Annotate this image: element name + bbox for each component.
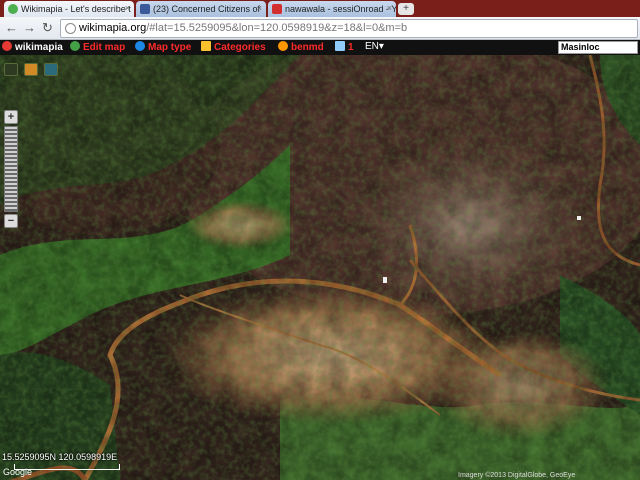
wikimapia-menu-bar: wikimapia Edit map Map type Categories b… xyxy=(0,40,640,55)
edit-map-label: Edit map xyxy=(83,42,126,53)
messages-button[interactable]: 1 xyxy=(335,41,354,53)
page-globe-icon xyxy=(65,23,76,34)
tab-label: (23) Concerned Citizens of xyxy=(153,4,261,14)
tab-facebook[interactable]: (23) Concerned Citizens of × xyxy=(136,1,266,17)
url-domain: wikimapia.org xyxy=(79,22,147,34)
new-tab-button[interactable]: + xyxy=(398,3,414,15)
close-tab-icon[interactable]: × xyxy=(387,3,392,13)
language-label: EN xyxy=(365,41,379,52)
wikimapia-logo-icon xyxy=(2,41,12,51)
user-label: benmd xyxy=(291,42,324,53)
close-tab-icon[interactable]: × xyxy=(257,3,262,13)
tab-label: nawawala - sessiOnroad - Y xyxy=(285,4,396,14)
layers-icon[interactable] xyxy=(24,63,38,76)
add-place-icon[interactable] xyxy=(4,63,18,76)
youtube-favicon-icon xyxy=(272,4,282,14)
messages-count: 1 xyxy=(348,42,354,53)
search-input[interactable]: Masinloc xyxy=(558,41,638,54)
map-type-label: Map type xyxy=(148,42,192,53)
categories-button[interactable]: Categories xyxy=(201,41,266,53)
tab-label: Wikimapia - Let's describe t xyxy=(21,4,131,14)
chevron-down-icon: ▾ xyxy=(378,41,384,52)
globe-icon xyxy=(70,41,80,51)
zoom-out-button[interactable]: − xyxy=(4,214,18,228)
categories-icon xyxy=(201,41,211,51)
back-arrow-icon[interactable]: ← xyxy=(4,21,19,36)
satellite-map[interactable] xyxy=(0,55,640,480)
tab-wikimapia[interactable]: Wikimapia - Let's describe t × xyxy=(4,1,134,17)
language-selector[interactable]: EN▾ xyxy=(365,41,384,52)
map-type-button[interactable]: Map type xyxy=(135,41,191,53)
browser-toolbar: ← → ↻ wikimapia.org/#lat=15.5259095&lon=… xyxy=(0,17,640,40)
coordinates-readout: 15.5259095N 120.0598919E xyxy=(2,452,118,462)
compass-icon xyxy=(135,41,145,51)
browser-tab-strip: Wikimapia - Let's describe t × (23) Conc… xyxy=(0,0,640,17)
categories-label: Categories xyxy=(214,42,266,53)
edit-map-button[interactable]: Edit map xyxy=(70,41,125,53)
user-icon xyxy=(278,41,288,51)
tab-youtube[interactable]: nawawala - sessiOnroad - Y × xyxy=(268,1,396,17)
google-logo: Google xyxy=(3,467,33,477)
zoom-slider[interactable] xyxy=(4,126,18,212)
url-path: /#lat=15.5259095&lon=120.0598919&z=18&l=… xyxy=(146,22,408,34)
wikimapia-logo[interactable]: wikimapia xyxy=(2,41,63,53)
envelope-icon xyxy=(335,41,345,51)
wikimapia-favicon-icon xyxy=(8,4,18,14)
imagery-attribution: Imagery ©2013 DigitalGlobe, GeoEye xyxy=(458,472,576,479)
facebook-favicon-icon xyxy=(140,4,150,14)
close-tab-icon[interactable]: × xyxy=(125,3,130,13)
zoom-in-button[interactable]: + xyxy=(4,110,18,124)
wikimapia-logo-text: wikimapia xyxy=(15,42,63,53)
forward-arrow-icon[interactable]: → xyxy=(22,21,37,36)
satellite-imagery xyxy=(0,55,640,480)
address-bar[interactable]: wikimapia.org/#lat=15.5259095&lon=120.05… xyxy=(60,19,638,38)
reload-icon[interactable]: ↻ xyxy=(40,21,55,36)
user-menu-button[interactable]: benmd xyxy=(278,41,324,53)
comment-icon[interactable] xyxy=(44,63,58,76)
zoom-control: + − xyxy=(4,110,19,228)
